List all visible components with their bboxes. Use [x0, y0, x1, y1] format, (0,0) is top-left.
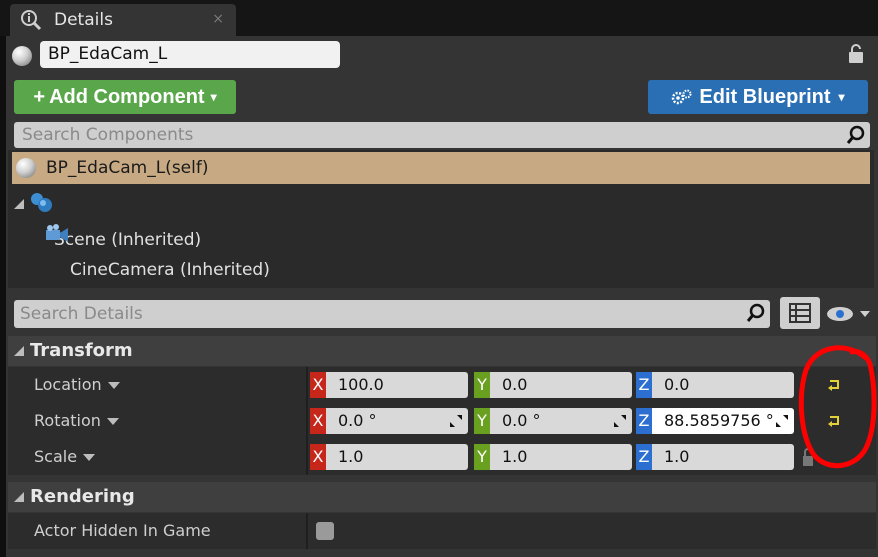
view-options-eye-icon[interactable]: [824, 304, 872, 324]
component-self-row[interactable]: BP_EdaCam_L(self): [12, 152, 870, 184]
search-details-placeholder: Search Details: [20, 304, 143, 324]
component-tree: BP_EdaCam_L(self) Scene (Inherited) Cine…: [8, 150, 874, 288]
chevron-down-icon[interactable]: [106, 418, 119, 425]
component-item-scene[interactable]: Scene (Inherited): [54, 230, 201, 250]
search-details-input[interactable]: Search Details: [14, 300, 770, 328]
location-row: Location X 100.0 Y 0.0 Z 0.0: [8, 367, 876, 403]
scale-z-field[interactable]: Z 1.0: [636, 444, 794, 470]
search-components-input[interactable]: Search Components: [14, 122, 870, 148]
component-self-label: BP_EdaCam_L(self): [46, 158, 209, 178]
edit-blueprint-label: Edit Blueprint: [699, 85, 831, 108]
details-info-icon: [21, 10, 42, 31]
axis-z-badge: Z: [636, 408, 652, 434]
rotation-x-field[interactable]: X 0.0 °: [310, 408, 468, 434]
rendering-section-header[interactable]: Rendering: [8, 482, 876, 512]
rotation-row: Rotation X 0.0 ° Y 0.0 ° Z 88.5859756 °: [8, 403, 876, 439]
scale-x-field[interactable]: X 1.0: [310, 444, 468, 470]
search-icon[interactable]: [746, 303, 766, 323]
add-component-label: Add Component: [49, 85, 205, 108]
scene-icon: [31, 193, 52, 212]
tab-details[interactable]: Details ×: [10, 4, 236, 36]
actor-sphere-icon: [12, 46, 32, 66]
rotation-z-value[interactable]: 88.5859756 °: [652, 408, 794, 434]
add-component-button[interactable]: + Add Component ▾: [14, 80, 236, 114]
axis-y-badge: Y: [474, 444, 490, 470]
rotation-z-field[interactable]: Z 88.5859756 °: [636, 408, 794, 434]
rotation-y-value[interactable]: 0.0 °: [490, 408, 632, 434]
collapse-arrow-icon: [14, 346, 24, 356]
axis-x-badge: X: [310, 444, 326, 470]
rotation-label[interactable]: Rotation: [34, 403, 119, 439]
spin-drag-icon[interactable]: [450, 415, 462, 427]
gears-icon: [672, 89, 692, 105]
location-x-field[interactable]: X 100.0: [310, 372, 468, 398]
chevron-down-icon[interactable]: [107, 382, 120, 389]
location-y-field[interactable]: Y 0.0: [474, 372, 632, 398]
edit-blueprint-button[interactable]: Edit Blueprint ▾: [648, 80, 868, 114]
actor-sphere-icon: [16, 158, 36, 178]
axis-y-badge: Y: [474, 408, 490, 434]
details-panel: BP_EdaCam_L + Add Component ▾ Edit Bluep…: [6, 36, 878, 557]
component-item-cinecamera[interactable]: CineCamera (Inherited): [70, 260, 270, 280]
location-label[interactable]: Location: [34, 367, 120, 403]
transform-section-header[interactable]: Transform: [8, 336, 876, 366]
chevron-down-icon[interactable]: [83, 454, 96, 461]
spin-drag-icon[interactable]: [614, 415, 626, 427]
reset-to-default-icon[interactable]: [828, 379, 840, 391]
axis-z-badge: Z: [636, 372, 652, 398]
column-divider[interactable]: [306, 439, 308, 475]
transform-section-title: Transform: [30, 340, 133, 361]
scale-y-field[interactable]: Y 1.0: [474, 444, 632, 470]
collapse-arrow-icon: [14, 492, 24, 502]
lock-icon[interactable]: [846, 43, 866, 65]
location-z-field[interactable]: Z 0.0: [636, 372, 794, 398]
rendering-section-title: Rendering: [30, 486, 135, 507]
reset-to-default-icon[interactable]: [828, 415, 840, 427]
axis-z-badge: Z: [636, 444, 652, 470]
actor-hidden-label: Actor Hidden In Game: [34, 521, 211, 540]
scale-z-value[interactable]: 1.0: [652, 444, 794, 470]
scale-x-value[interactable]: 1.0: [326, 444, 468, 470]
tab-close-icon[interactable]: ×: [212, 11, 224, 27]
column-divider[interactable]: [306, 513, 308, 549]
scale-row: Scale X 1.0 Y 1.0 Z 1.0: [8, 439, 876, 475]
rotation-x-value[interactable]: 0.0 °: [326, 408, 468, 434]
grid-icon: [789, 303, 811, 323]
scale-label[interactable]: Scale: [34, 439, 96, 475]
tab-title: Details: [54, 10, 113, 30]
scale-y-value[interactable]: 1.0: [490, 444, 632, 470]
axis-y-badge: Y: [474, 372, 490, 398]
chevron-down-icon: ▾: [210, 90, 217, 104]
plus-icon: +: [33, 85, 46, 108]
actor-hidden-checkbox[interactable]: [316, 522, 334, 540]
chevron-down-icon: ▾: [838, 90, 845, 104]
search-icon[interactable]: [846, 125, 866, 145]
tab-bar: Details ×: [0, 0, 878, 36]
expand-arrow-icon[interactable]: [14, 199, 24, 209]
axis-x-badge: X: [310, 372, 326, 398]
column-divider[interactable]: [306, 367, 308, 403]
scale-lock-icon[interactable]: [802, 447, 814, 467]
location-x-value[interactable]: 100.0: [326, 372, 468, 398]
search-components-placeholder: Search Components: [22, 125, 194, 145]
camera-icon: [46, 224, 68, 242]
column-divider[interactable]: [306, 403, 308, 439]
actor-hidden-row: Actor Hidden In Game: [8, 513, 876, 549]
location-y-value[interactable]: 0.0: [490, 372, 632, 398]
property-matrix-button[interactable]: [780, 297, 820, 329]
axis-x-badge: X: [310, 408, 326, 434]
actor-name-field[interactable]: BP_EdaCam_L: [40, 41, 340, 68]
location-z-value[interactable]: 0.0: [652, 372, 794, 398]
rotation-y-field[interactable]: Y 0.0 °: [474, 408, 632, 434]
spin-drag-icon[interactable]: [776, 415, 788, 427]
